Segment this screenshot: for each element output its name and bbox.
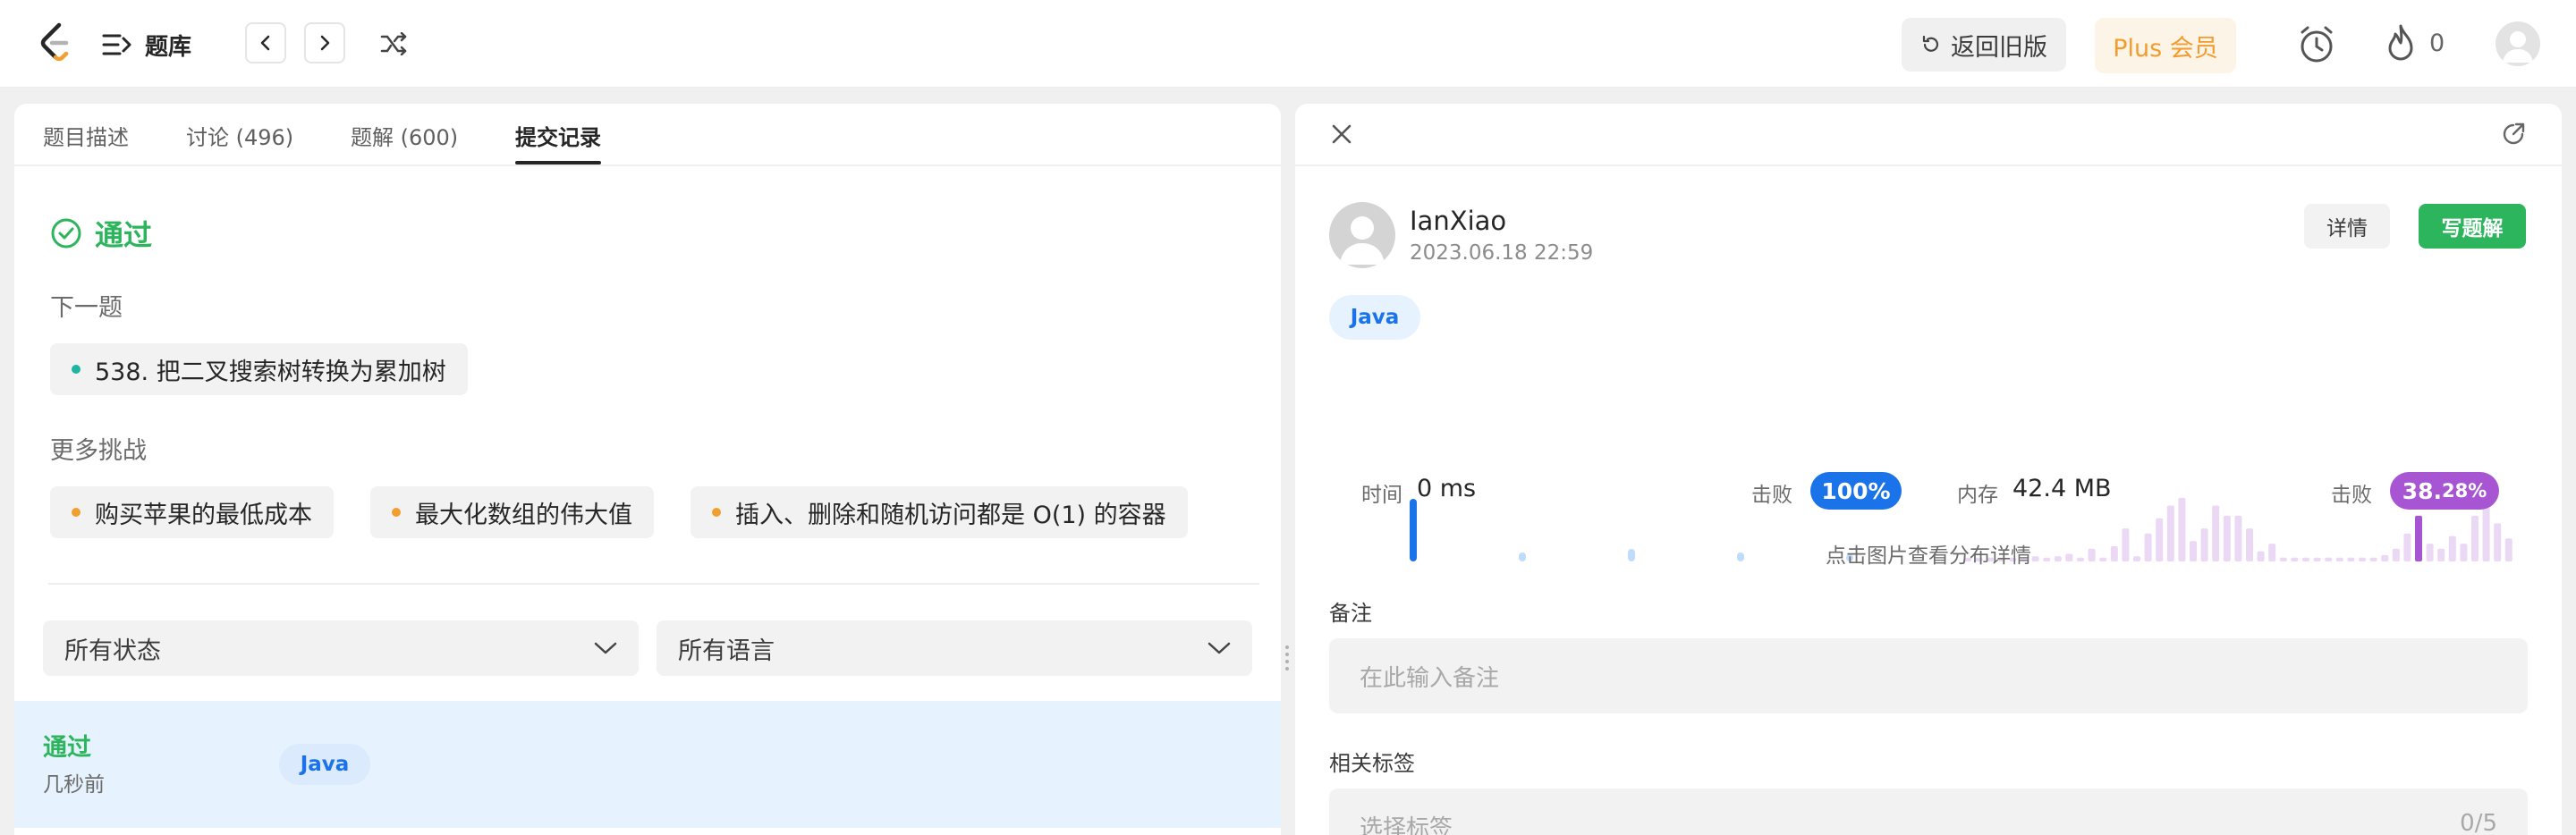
avatar-icon <box>1340 216 1385 265</box>
challenge-chip[interactable]: 最大化数组的伟大值 <box>370 486 654 538</box>
alarm-icon[interactable] <box>2295 23 2338 66</box>
next-problem-title: 538. 把二叉搜索树转换为累加树 <box>95 358 446 386</box>
language-badge: Java <box>1329 295 1420 340</box>
prev-problem-button[interactable] <box>245 22 286 63</box>
difficulty-dot <box>712 508 721 517</box>
problem-list-button[interactable]: 题库 <box>102 25 191 64</box>
tags-label: 相关标签 <box>1329 751 1415 776</box>
shuffle-icon <box>380 32 407 55</box>
user-avatar[interactable] <box>2496 21 2540 66</box>
submission-detail-panel: IanXiao 2023.06.18 22:59 详情 写题解 Java 时间 … <box>1295 104 2562 835</box>
runtime-value: 0 ms <box>1417 475 1477 502</box>
tags-placeholder: 选择标签 <box>1360 815 1453 835</box>
tags-count: 0/5 <box>2460 810 2497 835</box>
submission-status: 通过 <box>43 734 91 762</box>
chevron-left-icon <box>260 35 270 51</box>
tab-submissions[interactable]: 提交记录 <box>515 120 601 151</box>
tab-description[interactable]: 题目描述 <box>43 120 129 151</box>
runtime-beat-badge: 100% <box>1810 472 1902 510</box>
language-filter-value: 所有语言 <box>678 637 775 665</box>
challenge-title: 插入、删除和随机访问都是 O(1) 的容器 <box>735 501 1166 529</box>
active-tab-indicator <box>515 161 601 164</box>
submission-row[interactable]: 通过 几秒前 Java <box>14 701 1281 828</box>
details-button[interactable]: 详情 <box>2304 204 2390 249</box>
challenge-chip[interactable]: 插入、删除和随机访问都是 O(1) 的容器 <box>691 486 1188 538</box>
next-problem-button[interactable] <box>304 22 345 63</box>
author-avatar[interactable] <box>1329 202 1395 268</box>
more-challenges-heading: 更多挑战 <box>50 437 147 465</box>
status-filter-value: 所有状态 <box>64 637 161 665</box>
tab-discussion[interactable]: 讨论 (496) <box>186 120 293 151</box>
plus-membership-button[interactable]: Plus 会员 <box>2095 18 2236 73</box>
chevron-right-icon <box>320 35 330 51</box>
runtime-beat-label: 击败 <box>1751 484 1792 507</box>
memory-beat-badge: 38. 28% <box>2390 472 2499 510</box>
status-filter-select[interactable]: 所有状态 <box>43 620 639 676</box>
chevron-down-icon <box>594 642 617 654</box>
check-circle-icon <box>51 218 81 249</box>
fire-icon <box>2388 24 2413 61</box>
streak-count: 0 <box>2429 29 2445 57</box>
notes-input[interactable]: 在此输入备注 <box>1329 638 2528 713</box>
memory-label: 内存 <box>1957 484 1998 507</box>
close-icon[interactable] <box>1327 120 1356 148</box>
memory-beat-int: 38. <box>2402 477 2443 504</box>
memory-value: 42.4 MB <box>2012 475 2112 502</box>
problem-tabs: 题目描述 讨论 (496) 题解 (600) 提交记录 <box>14 104 1281 166</box>
external-link-icon[interactable] <box>2499 120 2528 148</box>
tab-solutions[interactable]: 题解 (600) <box>351 120 458 151</box>
runtime-distribution-chart[interactable] <box>1331 383 1903 561</box>
detail-header <box>1295 104 2562 166</box>
notes-label: 备注 <box>1329 601 1372 626</box>
submission-status: 通过 <box>50 213 152 254</box>
streak-counter[interactable]: 0 <box>2385 23 2445 63</box>
chevron-down-icon <box>1208 642 1231 654</box>
difficulty-dot <box>72 508 80 517</box>
author-name[interactable]: IanXiao <box>1410 206 1506 236</box>
memory-beat-label: 击败 <box>2331 484 2372 507</box>
revert-old-version-button[interactable]: 返回旧版 <box>1902 18 2066 72</box>
random-problem-button[interactable] <box>377 27 411 61</box>
panel-resize-handle[interactable] <box>1284 644 1290 671</box>
divider <box>48 583 1259 585</box>
chart-hint: 点击图片查看分布详情 <box>1826 544 2031 568</box>
challenge-chip[interactable]: 购买苹果的最低成本 <box>50 486 334 538</box>
challenge-title: 最大化数组的伟大值 <box>415 501 632 529</box>
top-navbar: 题库 返回旧版 Plus 会员 0 <box>0 0 2576 88</box>
left-panel: 题目描述 讨论 (496) 题解 (600) 提交记录 通过 下一题 538. … <box>14 104 1281 835</box>
next-problem-chip[interactable]: 538. 把二叉搜索树转换为累加树 <box>50 343 468 395</box>
tags-select[interactable]: 选择标签 0/5 <box>1329 789 2528 835</box>
runtime-label: 时间 <box>1361 484 1402 507</box>
write-solution-button[interactable]: 写题解 <box>2419 204 2526 249</box>
status-text: 通过 <box>95 218 153 252</box>
challenge-title: 购买苹果的最低成本 <box>95 501 312 529</box>
revert-label: 返回旧版 <box>1951 33 2047 62</box>
list-icon <box>102 34 131 55</box>
problem-list-label: 题库 <box>145 33 192 61</box>
difficulty-dot <box>392 508 401 517</box>
memory-beat-frac: 28% <box>2442 480 2487 502</box>
submission-date: 2023.06.18 22:59 <box>1410 241 1594 265</box>
difficulty-dot <box>72 365 80 374</box>
next-problem-heading: 下一题 <box>50 294 123 322</box>
undo-icon <box>1922 35 1939 52</box>
logo-icon[interactable] <box>36 21 75 64</box>
language-filter-select[interactable]: 所有语言 <box>657 620 1252 676</box>
submission-language-badge: Java <box>279 744 370 785</box>
submission-time: 几秒前 <box>43 773 105 797</box>
avatar-icon <box>2503 31 2533 63</box>
